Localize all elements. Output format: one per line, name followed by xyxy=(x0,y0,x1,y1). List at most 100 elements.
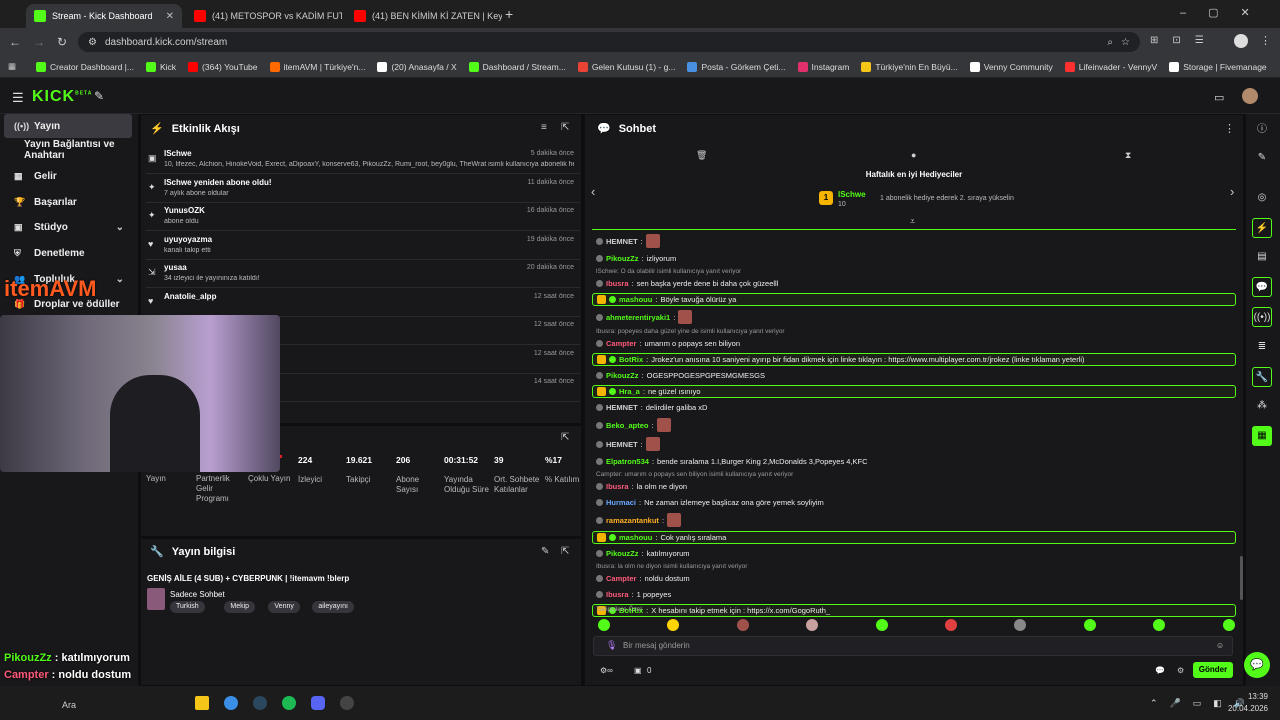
apps-icon[interactable]: ▦ xyxy=(8,61,16,72)
broadcast-icon[interactable]: ((•)) xyxy=(1252,307,1272,327)
info-icon[interactable]: ⓘ xyxy=(1252,120,1272,140)
chat-menu-icon[interactable]: ⋮ xyxy=(1224,122,1235,135)
chrome-icon[interactable] xyxy=(224,696,238,710)
chat-nick[interactable]: Beko_apteo xyxy=(606,421,649,430)
chat-nick[interactable]: PikouzZz xyxy=(606,549,639,558)
wallet-icon[interactable]: ▭ xyxy=(1214,91,1224,104)
bookmark-item[interactable]: Creator Dashboard |... xyxy=(30,61,140,72)
chat-message[interactable]: Elpatron534: bende sıralama 1.I,Burger Ki… xyxy=(592,455,1236,468)
chat-nick[interactable]: ramazantankut xyxy=(606,516,659,525)
folder-icon[interactable] xyxy=(195,696,209,710)
bookmark-star-icon[interactable]: ☆ xyxy=(1121,37,1130,48)
bookmark-item[interactable]: (364) YouTube xyxy=(182,61,263,72)
bookmark-item[interactable]: Türkiye'nin En Büyü... xyxy=(855,61,963,72)
tab-youtube-1[interactable]: (41) METOSPOR vs KADİM FUTB... ✕ xyxy=(186,4,342,28)
stream-tag[interactable]: Turkish xyxy=(170,601,205,613)
bookmark-item[interactable]: Gelen Kutusu (1) - g... xyxy=(572,61,682,72)
chat-nick[interactable]: Campter xyxy=(606,339,636,348)
emote-icon[interactable] xyxy=(1222,619,1235,631)
chat-nick[interactable]: Hra_a xyxy=(619,387,640,396)
chat-scrollbar[interactable] xyxy=(1240,556,1243,600)
top-gifter-name[interactable]: lSchwe xyxy=(838,190,866,199)
site-info-icon[interactable]: ⚙ xyxy=(88,37,97,48)
bookmark-item[interactable]: Venny Community xyxy=(964,61,1059,72)
chat-message[interactable]: BotRix: X hesabını takip etmek için : htt… xyxy=(592,604,1236,617)
send-button[interactable]: Gönder xyxy=(1193,662,1233,678)
hamburger-icon[interactable]: ☰ xyxy=(12,90,24,106)
sidebar-item[interactable]: ((•)) Yayın xyxy=(4,114,132,138)
extension-icons[interactable]: ⊞⊡☰ xyxy=(1150,35,1218,46)
chat-message[interactable]: Ibusra: la olm ne diyon xyxy=(592,480,1236,493)
emoji-icon[interactable]: ☺ xyxy=(1216,641,1224,650)
slow-mode-icon[interactable]: ⧗ xyxy=(1125,150,1131,161)
chat-nick[interactable]: Ibusra xyxy=(606,590,629,599)
collapse-icon[interactable]: ⩡ xyxy=(910,216,915,227)
sidebar-item[interactable]: ▣ Stüdyo ⌄ xyxy=(4,215,132,239)
chat-nick[interactable]: ahmeterentiryaki1 xyxy=(606,313,670,322)
emote-icon[interactable] xyxy=(875,619,888,631)
sidebar-item[interactable]: 🏆 Başarılar xyxy=(4,190,132,214)
window-controls[interactable]: –▢✕ xyxy=(1180,6,1272,19)
emote-icon[interactable] xyxy=(598,619,610,631)
bookmark-item[interactable]: itemAVM | Türkiye'n... xyxy=(264,61,372,72)
stream-tag[interactable]: Mekip xyxy=(224,601,256,613)
emote-icon[interactable] xyxy=(945,619,957,631)
chat-message[interactable]: HEMNET: delirdiler galiba xD xyxy=(592,401,1236,414)
sidebar-item[interactable]: Yayın Bağlantısı ve Anahtarı xyxy=(4,138,132,162)
chat-message[interactable]: Campter: umarım o popays sen biliyon xyxy=(592,337,1236,350)
emote-icon[interactable] xyxy=(1083,619,1096,631)
chat-nick[interactable]: HEMNET xyxy=(606,403,638,412)
chat-icon[interactable]: 💬 xyxy=(1252,277,1272,297)
pencil-icon[interactable]: ✎ xyxy=(1252,148,1272,168)
steam-icon[interactable] xyxy=(253,696,267,710)
tab-youtube-2[interactable]: (41) BEN KİMİM Kİ ZATEN | Key... ✕ xyxy=(346,4,502,28)
camera-icon[interactable]: ◎ xyxy=(1252,188,1272,208)
kick-logo[interactable]: KICKBETA xyxy=(32,88,92,106)
stream-tag[interactable]: aileyayını xyxy=(312,601,354,613)
stack-icon[interactable]: ≣ xyxy=(1252,337,1272,357)
sidebar-item[interactable]: ⛨ Denetleme xyxy=(4,241,132,265)
bookmark-item[interactable]: Lifeinvader - VennyV xyxy=(1059,61,1163,72)
chat-message[interactable]: Ibusra:1 popeyes xyxy=(592,588,1236,601)
chat-message[interactable]: HEMNET: xyxy=(592,233,1236,249)
chat-nick[interactable]: Campter xyxy=(606,574,636,583)
gear-icon[interactable]: ⚙ xyxy=(1177,666,1184,675)
filter-icon[interactable]: ≡ xyxy=(541,122,547,133)
chat-settings-icon[interactable]: 💬 xyxy=(1155,666,1165,675)
chat-nick[interactable]: PikouzZz xyxy=(606,371,639,380)
microphone-icon[interactable]: 🎙 xyxy=(606,640,617,651)
menu-icon[interactable]: ⋮ xyxy=(1260,34,1271,47)
points-icon[interactable]: ⚙∞ xyxy=(600,666,613,675)
chat-message[interactable]: ahmeterentiryaki1: xyxy=(592,309,1236,325)
chat-message[interactable]: mashouu: Böyle tavuğa ölürüz ya xyxy=(592,293,1236,306)
emote-icon[interactable] xyxy=(736,619,749,631)
prev-arrow-icon[interactable]: ‹ xyxy=(591,184,595,199)
bookmark-item[interactable]: Posta - Görkem Çeti... xyxy=(681,61,791,72)
chat-message[interactable]: PikouzZz: izliyorum xyxy=(592,252,1236,265)
chat-nick[interactable]: Ibusra xyxy=(606,482,629,491)
lightning-icon[interactable]: ⚡ xyxy=(1252,218,1272,238)
close-icon[interactable]: ✕ xyxy=(166,11,174,22)
edit-icon[interactable]: ✎ xyxy=(541,546,549,557)
chat-nick[interactable]: PikouzZz xyxy=(606,254,639,263)
bookmark-item[interactable]: Kick xyxy=(140,61,182,72)
chat-message[interactable]: BotRix: Jrokez'un anısına 10 saniyeni ayı… xyxy=(592,353,1236,366)
nodes-icon[interactable]: ⁂ xyxy=(1252,396,1272,416)
chat-nick[interactable]: mashouu xyxy=(619,295,652,304)
discord-icon[interactable] xyxy=(311,696,325,710)
chat-nick[interactable]: mashouu xyxy=(619,533,652,542)
chat-nick[interactable]: HEMNET xyxy=(606,237,638,246)
bookmark-item[interactable]: Instagram xyxy=(792,61,856,72)
spotify-icon[interactable] xyxy=(282,696,296,710)
new-tab-icon[interactable]: + xyxy=(505,6,513,22)
address-bar[interactable]: ⚙ dashboard.kick.com/stream ⌕ ☆ xyxy=(78,32,1140,52)
taskbar-search[interactable]: Ara xyxy=(62,700,76,710)
bookmark-item[interactable]: Dashboard / Stream... xyxy=(463,61,572,72)
pin-icon[interactable]: ✎ xyxy=(94,89,104,103)
sidebar-item[interactable]: ▦ Gelir xyxy=(4,164,132,188)
chat-message[interactable]: Hra_a: ne güzel ısınıyo xyxy=(592,385,1236,398)
chat-message[interactable]: HEMNET: xyxy=(592,436,1236,452)
clipboard-icon[interactable]: ▤ xyxy=(1252,247,1272,267)
chevron-down-icon[interactable]: ⌄ xyxy=(116,274,124,285)
chat-message[interactable]: PikouzZz: katılmıyorum xyxy=(592,547,1236,560)
